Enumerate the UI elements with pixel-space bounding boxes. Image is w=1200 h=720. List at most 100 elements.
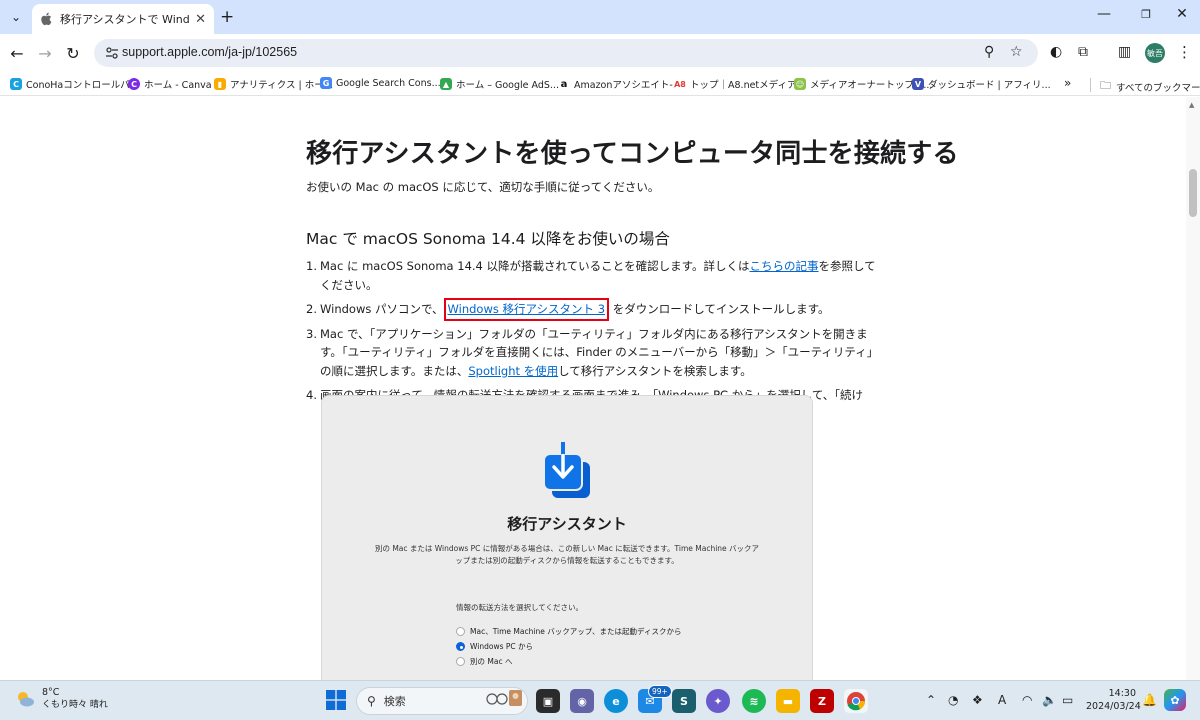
page-title: 移行アシスタントを使ってコンピュータ同士を接続する — [306, 139, 959, 169]
all-bookmarks-label: すべてのブックマーク — [1116, 82, 1200, 94]
side-panel-icon[interactable]: ▥ — [1118, 44, 1131, 60]
copilot-icon[interactable]: ✦ — [706, 689, 730, 713]
migration-assistant-screenshot: 移行アシスタント 別の Mac または Windows PC に情報がある場合は… — [321, 395, 813, 680]
bookmark-item[interactable]: G Google Search Cons... — [320, 77, 441, 89]
spotify-icon[interactable]: ≋ — [742, 689, 766, 713]
browser-tab-active[interactable]: 移行アシスタントで Windows パソコン ✕ — [32, 4, 214, 34]
profile-avatar[interactable]: 敏吾 — [1145, 43, 1165, 63]
adsense-icon: ▲ — [440, 78, 452, 90]
site-settings-icon[interactable] — [104, 45, 120, 61]
tab-title: 移行アシスタントで Windows パソコン — [60, 13, 190, 26]
conoha-icon: C — [10, 78, 22, 90]
amazon-icon: a — [558, 78, 570, 90]
migration-window-title: 移行アシスタント — [507, 515, 627, 533]
menu-kebab-icon[interactable]: ⋮ — [1177, 43, 1192, 61]
widgets-icon[interactable]: ✿ — [1164, 689, 1186, 711]
list-item: 2. Windows パソコンで、 Windows 移行アシスタント 3 をダウン… — [306, 298, 880, 321]
more-bookmarks-icon[interactable]: » — [1064, 76, 1071, 90]
page-scrollbar[interactable]: ▲ — [1186, 97, 1200, 680]
reload-button[interactable]: ↻ — [62, 42, 84, 64]
filezilla-icon[interactable]: Z — [810, 689, 834, 713]
minimize-icon[interactable]: — — [1094, 6, 1114, 22]
bookmark-label: トップ｜A8.netメディア... — [690, 80, 806, 91]
back-button[interactable]: ← — [6, 42, 28, 64]
bookmark-label: ホーム - Canva — [144, 80, 212, 91]
bookmark-item[interactable]: V ダッシュボード | アフィリ... — [912, 77, 1051, 91]
article-link[interactable]: こちらの記事 — [750, 259, 819, 273]
step-text: Mac に macOS Sonoma 14.4 以降が搭載されていることを確認し… — [320, 259, 750, 273]
bookmark-label: Amazonアソシエイト-... — [574, 80, 682, 91]
mail-badge: 99+ — [648, 685, 672, 698]
battery-icon[interactable]: ▭ — [1062, 693, 1073, 707]
bookmark-item[interactable]: A8 トップ｜A8.netメディア... — [674, 77, 806, 91]
zoom-icon[interactable]: ⚲ — [984, 44, 994, 60]
option-mac-backup: Mac、Time Machine バックアップ、または起動ディスクから — [456, 626, 681, 637]
extensions-puzzle-icon[interactable]: ⧉ — [1078, 44, 1088, 60]
profile-label: 敏吾 — [1147, 48, 1163, 58]
step-text: Windows パソコンで、 — [320, 302, 444, 316]
option-label: Mac、Time Machine バックアップ、または起動ディスクから — [470, 627, 682, 636]
restore-icon[interactable]: ❐ — [1136, 8, 1156, 21]
step-number: 2. — [306, 302, 317, 316]
bookmark-star-icon[interactable]: ☆ — [1010, 44, 1023, 60]
page-content: 移行アシスタントを使ってコンピュータ同士を接続する お使いの Mac の mac… — [0, 97, 1186, 680]
bookmark-item[interactable]: ▲ ホーム – Google AdS... — [440, 77, 559, 91]
chrome-taskbar-button[interactable] — [844, 689, 868, 713]
apple-icon — [41, 12, 52, 26]
weather-widget[interactable]: 8°C くもり時々 晴れ — [14, 687, 108, 711]
windows-migration-assistant-link[interactable]: Windows 移行アシスタント 3 — [448, 302, 606, 316]
bookmark-item[interactable]: C ホーム - Canva — [128, 77, 212, 91]
analytics-icon: ▮ — [214, 78, 226, 90]
bookmark-label: ホーム – Google AdS... — [456, 80, 559, 91]
option-label: 別の Mac へ — [470, 657, 513, 666]
extension-icon[interactable]: ◐ — [1050, 44, 1062, 60]
dropbox-icon[interactable]: ❖ — [972, 693, 983, 707]
browser-toolbar: ← → ↻ support.apple.com/ja-jp/102565 ⚲ ☆… — [0, 34, 1200, 72]
volume-icon[interactable]: 🔈 — [1042, 693, 1057, 707]
intro-text: お使いの Mac の macOS に応じて、適切な手順に従ってください。 — [306, 180, 660, 194]
ime-indicator[interactable]: A — [998, 693, 1006, 707]
wifi-icon[interactable]: ◠ — [1022, 693, 1032, 707]
forward-button[interactable]: → — [34, 42, 56, 64]
step-text: して移行アシスタントを検索します。 — [558, 363, 752, 378]
tab-close-icon[interactable]: ✕ — [195, 12, 206, 27]
tray-app-icon[interactable]: ◔ — [948, 693, 958, 707]
bookmark-item[interactable]: ▮ アナリティクス | ホーム — [214, 77, 333, 91]
weather-description: くもり時々 晴れ — [42, 700, 108, 710]
bookmarks-bar: C ConoHaコントロールパ... C ホーム - Canva ▮ アナリティ… — [0, 72, 1200, 96]
bookmark-label: ダッシュボード | アフィリ... — [928, 80, 1051, 91]
step-number: 1. — [306, 259, 317, 273]
weather-temperature: 8°C — [42, 687, 60, 698]
radio-button-selected — [456, 642, 465, 651]
all-bookmarks-button[interactable]: 🗀 すべてのブックマーク — [1100, 77, 1200, 96]
tab-strip: ⌄ 移行アシスタントで Windows パソコン ✕ + — ❐ ✕ — [0, 0, 1200, 34]
chevron-down-icon: ⌄ — [10, 10, 22, 24]
app-s-icon[interactable]: S — [672, 689, 696, 713]
task-view-icon[interactable]: ▣ — [536, 689, 560, 713]
spotlight-link[interactable]: Spotlight を使用 — [468, 364, 558, 378]
url-text: support.apple.com/ja-jp/102565 — [122, 45, 298, 59]
highlight-box: Windows 移行アシスタント 3 — [443, 298, 610, 321]
system-clock[interactable]: 14:30 2024/03/24 — [1086, 687, 1141, 713]
tray-overflow-icon[interactable]: ⌃ — [926, 693, 936, 707]
bookmark-item[interactable]: C ConoHaコントロールパ... — [10, 77, 139, 91]
radio-button — [456, 657, 465, 666]
address-bar[interactable]: support.apple.com/ja-jp/102565 ⚲ ☆ — [94, 39, 1038, 67]
partly-cloudy-icon — [18, 692, 34, 707]
edge-icon[interactable]: e — [604, 689, 628, 713]
notification-bell-icon[interactable]: 🔔 — [1142, 693, 1157, 707]
radio-button — [456, 627, 465, 636]
teams-icon[interactable]: ◉ — [570, 689, 594, 713]
tab-search-button[interactable]: ⌄ — [4, 5, 28, 29]
transfer-method-question: 情報の転送方法を選択してください。 — [456, 603, 584, 612]
search-console-icon: G — [320, 77, 332, 89]
file-explorer-icon[interactable]: ▬ — [776, 689, 800, 713]
scroll-thumb[interactable] — [1189, 169, 1197, 217]
section-heading: Mac で macOS Sonoma 14.4 以降をお使いの場合 — [306, 230, 670, 248]
scroll-up-icon[interactable]: ▲ — [1189, 101, 1194, 109]
bookmark-item[interactable]: a Amazonアソシエイト-... — [558, 77, 682, 91]
windows-start-icon[interactable] — [326, 690, 346, 710]
reload-icon: ↻ — [66, 43, 80, 63]
new-tab-button[interactable]: + — [220, 7, 234, 27]
close-window-icon[interactable]: ✕ — [1172, 6, 1192, 22]
